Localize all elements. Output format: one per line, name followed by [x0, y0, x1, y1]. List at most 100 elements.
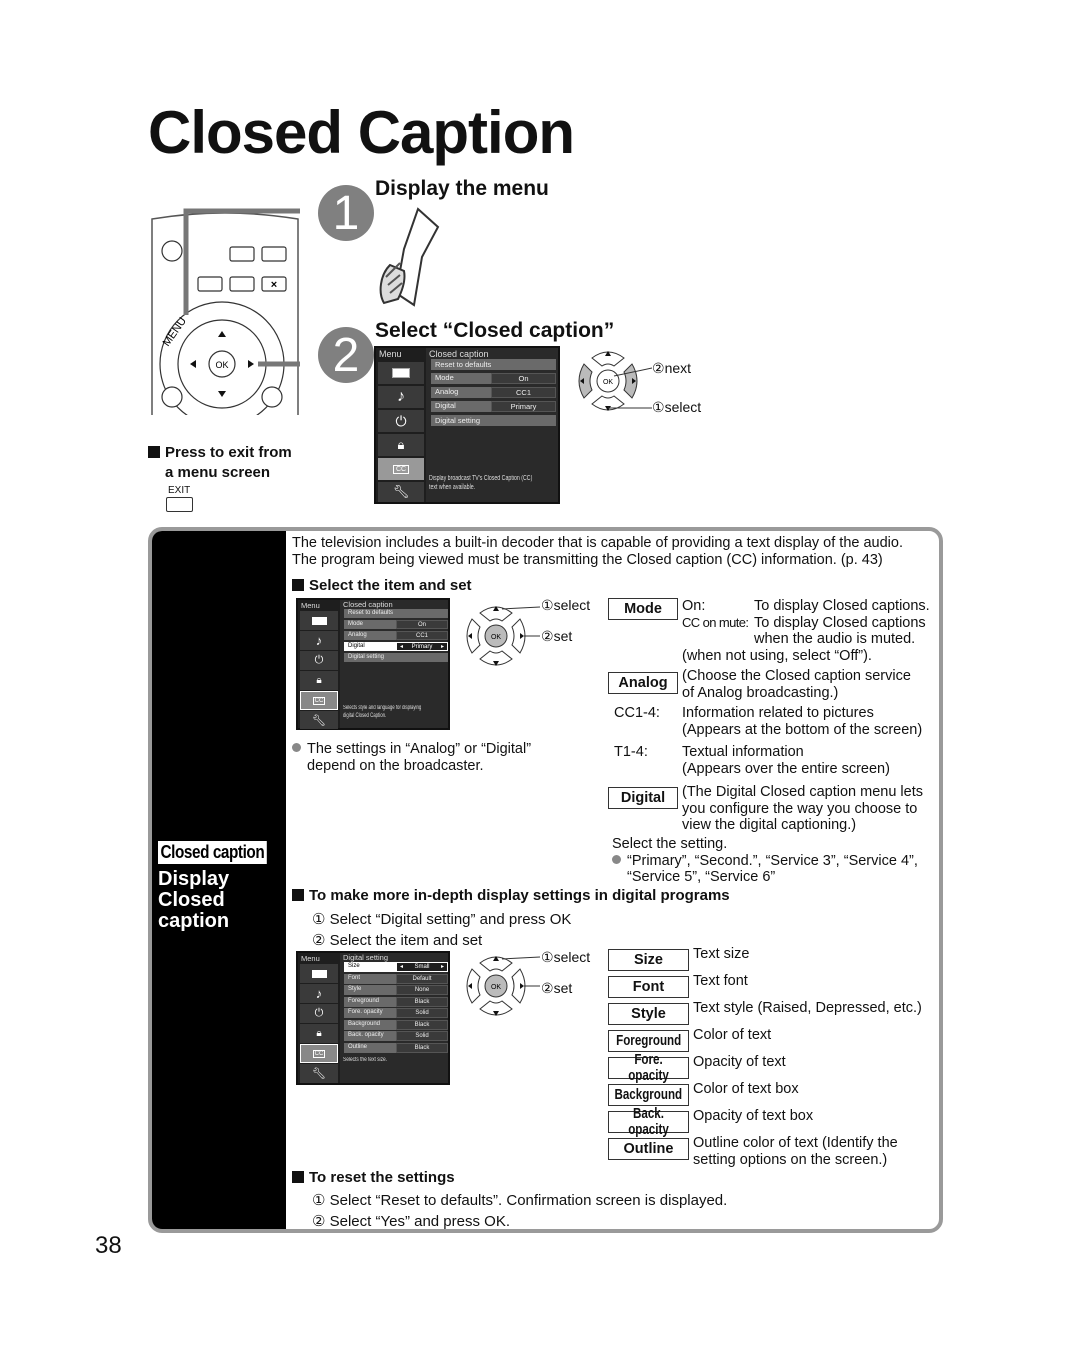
closed-caption-menu-screen: Menu ♪ ⏻ 🔒︎ CC 🔧︎ Closed caption Reset t…	[374, 346, 560, 504]
menu-row-label: Outline	[344, 1042, 396, 1053]
nav-set-label: ②set	[541, 980, 573, 996]
setting-description: Opacity of text	[693, 1054, 786, 1070]
navigation-pad-select-set-2[interactable]: OK	[462, 951, 542, 1021]
audio-icon[interactable]: ♪	[378, 386, 424, 408]
closed-caption-tag: Closed caption	[158, 841, 286, 864]
setting-description: Color of text	[693, 1027, 772, 1043]
analog-cc-item: CC1-4: Information related to pictures (A…	[614, 705, 923, 738]
setting-key-back-opacity: Back. opacity	[608, 1106, 689, 1138]
exit-note: Press to exit from a menu screen	[148, 443, 292, 483]
picture-icon[interactable]	[300, 964, 338, 983]
lock-icon[interactable]: 🔒︎	[300, 1024, 338, 1043]
setting-key-size: Size	[608, 949, 689, 971]
nav-set-label: ②set	[541, 628, 573, 644]
menu-row-analog[interactable]: Analog CC1	[344, 631, 448, 640]
svg-text:OK: OK	[491, 984, 501, 991]
menu-row-style[interactable]: Style None	[344, 985, 448, 995]
menu-row-label: Back. opacity	[344, 1031, 396, 1041]
step-1-badge: 1	[318, 185, 374, 241]
setting-description: Text font	[693, 973, 748, 989]
reset-steps: ① Select “Reset to defaults”. Confirmati…	[312, 1192, 728, 1230]
lock-icon[interactable]: 🔒︎	[378, 434, 424, 456]
menu-side-label: Menu	[379, 349, 402, 359]
menu-row-value: Default	[396, 973, 448, 984]
digital-setting-menu-screen: Menu ♪ ⏻ 🔒︎ CC 🔧︎ Digital setting Size ◂ S…	[296, 951, 450, 1085]
menu-row-label: Size	[344, 962, 396, 972]
menu-row-digital-setting[interactable]: Digital setting	[344, 653, 448, 662]
menu-row-font[interactable]: Font Default	[344, 973, 448, 984]
menu-row-digital-setting[interactable]: Digital setting	[431, 415, 556, 426]
setting-key-foreground: Foreground	[608, 1030, 689, 1052]
analog-description: (Choose the Closed caption service of An…	[682, 668, 911, 701]
menu-row-digital[interactable]: Digital Primary	[431, 401, 556, 412]
mode-description: On: To display Closed captions. CC on mut…	[682, 598, 930, 664]
side-title: Display Closed caption	[158, 868, 230, 932]
menu-row-digital-selected[interactable]: Digital ◂ Primary ▸	[344, 642, 448, 651]
menu-row-foreground[interactable]: Foreground Black	[344, 996, 448, 1007]
menu-row-label: Fore. opacity	[344, 1008, 396, 1018]
menu-title: Closed caption	[429, 349, 489, 359]
svg-text:OK: OK	[215, 360, 228, 370]
picture-icon[interactable]	[300, 611, 338, 630]
remote-control-illustration: × OK MENU	[151, 208, 300, 415]
menu-row-value: None	[396, 985, 448, 995]
navigation-pad-select-set[interactable]: OK	[462, 601, 542, 671]
menu-row-background[interactable]: Background Black	[344, 1019, 448, 1030]
setting-key-fore-opacity: Fore. opacity	[608, 1052, 689, 1084]
picture-icon[interactable]	[378, 362, 424, 384]
svg-text:OK: OK	[603, 379, 613, 386]
menu-description: Display broadcast TV's Closed Caption (C…	[429, 475, 533, 491]
menu-row-analog[interactable]: Analog CC1	[431, 387, 556, 398]
menu-row-value: ◂ Small ▸	[396, 962, 448, 972]
analog-t-item: T1-4: Textual information (Appears over t…	[614, 744, 890, 777]
setting-description: Color of text box	[693, 1081, 799, 1097]
navigation-pad[interactable]: OK	[574, 346, 654, 416]
analog-key: Analog	[608, 672, 678, 694]
menu-row-mode[interactable]: Mode On	[344, 620, 448, 629]
nav-select-label: ①select	[541, 597, 591, 613]
menu-row-outline[interactable]: Outline Black	[344, 1042, 448, 1053]
cc-icon[interactable]: CC	[300, 1044, 338, 1063]
mode-key: Mode	[608, 598, 678, 620]
menu-row-label: Style	[344, 985, 396, 995]
hand-press-icon	[379, 207, 440, 307]
audio-icon[interactable]: ♪	[300, 631, 338, 650]
menu-row-value: Black	[396, 1042, 448, 1053]
menu-row-reset[interactable]: Reset to defaults	[344, 609, 448, 618]
lock-icon[interactable]: 🔒︎	[300, 671, 338, 690]
step-1-number: 1	[332, 186, 360, 240]
menu-row-back-opacity[interactable]: Back. opacity Solid	[344, 1031, 448, 1041]
nav-select-label: ①select	[541, 949, 591, 965]
cc-icon[interactable]: CC	[378, 458, 424, 480]
svg-text:OK: OK	[491, 634, 501, 641]
audio-icon[interactable]: ♪	[300, 984, 338, 1003]
menu-row-size[interactable]: Size ◂ Small ▸	[344, 962, 448, 972]
page-title: Closed Caption	[148, 99, 575, 166]
setup-icon[interactable]: 🔧︎	[378, 482, 424, 502]
setup-icon[interactable]: 🔧︎	[300, 1064, 338, 1083]
setting-description: Text style (Raised, Depressed, etc.)	[693, 1000, 922, 1016]
menu-row-value: Solid	[396, 1031, 448, 1041]
digital-key: Digital	[608, 787, 678, 809]
setup-icon[interactable]: 🔧︎	[300, 711, 338, 729]
menu-row-fore-opacity[interactable]: Fore. opacity Solid	[344, 1008, 448, 1018]
intro-text: The television includes a built-in decod…	[292, 535, 903, 568]
step-2-heading: Select “Closed caption”	[375, 319, 615, 342]
digital-options: Select the setting. “Primary”, “Second.”…	[612, 836, 918, 885]
timer-icon[interactable]: ⏻	[300, 1004, 338, 1023]
section-select-item-heading: Select the item and set	[292, 577, 472, 594]
exit-button[interactable]	[166, 497, 193, 512]
exit-button-label: EXIT	[168, 485, 191, 496]
menu-row-reset[interactable]: Reset to defaults	[431, 359, 556, 370]
menu-row-label: Background	[344, 1019, 396, 1030]
menu-row-value: Black	[396, 1019, 448, 1030]
menu-row-label: Font	[344, 973, 396, 984]
in-depth-steps: ① Select “Digital setting” and press OK …	[312, 911, 572, 949]
step-1-heading: Display the menu	[375, 177, 549, 200]
cc-icon[interactable]: CC	[300, 691, 338, 710]
setting-description: Outline color of text (Identify the setti…	[693, 1135, 898, 1168]
page-number: 38	[95, 1232, 122, 1259]
timer-icon[interactable]: ⏻	[378, 410, 424, 432]
timer-icon[interactable]: ⏻	[300, 651, 338, 670]
menu-row-mode[interactable]: Mode On	[431, 373, 556, 384]
